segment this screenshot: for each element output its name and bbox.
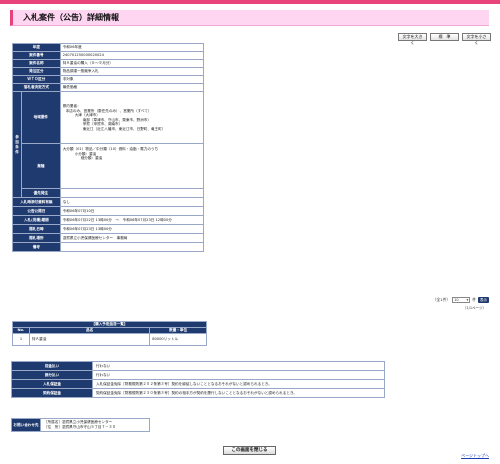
value-category: 大分類（01）物品／中分類（10）燃料・油脂・電力のうち 小分類：重油 細分類：… (59, 143, 205, 189)
label-contact: お問い合わせ先 (11, 418, 41, 432)
label-contract-deposit: 契約保証金 (11, 388, 93, 398)
display-button[interactable]: 表示 (478, 297, 489, 303)
label-attachments: 入札時添付資料有無 (12, 197, 61, 207)
label-wto: ＷＴＯ区分 (12, 75, 61, 84)
value-partial-payment: 行わない (92, 370, 385, 380)
value-attachments: なし (59, 197, 205, 207)
close-window-button[interactable]: この画面を閉じる (223, 446, 276, 455)
value-remarks (59, 242, 205, 252)
value-award-method: 最低価格 (59, 83, 205, 92)
value-publish-date: 令和06年07月10日 (59, 206, 205, 216)
page-top-link[interactable]: ページトップへ (461, 453, 489, 459)
contact-address: ［住 所］滋賀県守山市守山５丁目７－３０ (44, 425, 116, 429)
item-name: 特Ａ重油 (28, 333, 151, 346)
value-case-number: 240701250000020024 (59, 51, 205, 60)
value-contact: ［所属名］滋賀県立小児保健医療センター ［住 所］滋賀県守山市守山５丁目７－３０ (40, 418, 150, 432)
value-bid-deposit: 入札保証金免除［財務規則第２０２条第３号］契約を締結しないこととなるおそれがない… (92, 379, 385, 389)
value-priority-order (59, 188, 205, 198)
pagination-controls: （全1件） 10 件 表示 (433, 297, 489, 303)
label-category: 業種 (20, 143, 61, 189)
label-priority-order: 優先発注 (20, 188, 61, 198)
per-page-value: 10 (454, 298, 459, 302)
label-opening-datetime: 開札日時 (12, 224, 61, 234)
item-no: 1 (12, 333, 30, 346)
value-advance-payment: 行わない (92, 361, 385, 371)
value-region: 県内業者： 本店のみ、営業所（委任先のみ）、営業所（すべて） 大津（大津市） 南… (59, 91, 205, 144)
label-bid-period: 入札(見積)期間 (12, 215, 61, 225)
value-opening-datetime: 令和06年07月23日 13時00分 (59, 224, 205, 234)
font-larger-button[interactable]: 文字を大きく (398, 33, 427, 45)
value-wto: 非対象 (59, 75, 205, 84)
category-line: 細分類：重油 (80, 156, 103, 160)
label-advance-payment: 前金払い (11, 361, 93, 371)
table-row: 1 特Ａ重油 80000リットル (12, 333, 207, 346)
item-quantity: 80000リットル (149, 333, 207, 346)
page-indicator: （1/1ページ） (462, 306, 486, 310)
label-partial-payment: 部分払い (11, 370, 93, 380)
payment-terms-table: 前金払い 行わない 部分払い 行わない 入札保証金 入札保証金免除［財務規則第２０２条… (11, 361, 385, 398)
label-opening-place: 開札場所 (12, 233, 61, 243)
label-participation-group: 参加条件 (12, 91, 22, 198)
label-fiscal-year: 年度 (12, 43, 61, 52)
detail-table: 年度 令和06年度 案件番号 240701250000020024 案件名称 特Ａ重油… (12, 43, 205, 252)
value-fiscal-year: 令和06年度 (59, 43, 205, 52)
font-smaller-button[interactable]: 文字を小さく (462, 33, 491, 45)
label-publish-date: 公告公開日 (12, 206, 61, 216)
region-line: 東近江（近江八幡市、東近江市、日野町、竜王町） (82, 126, 166, 131)
page-title-bar: 入札案件（公告）詳細情報 (10, 10, 489, 26)
label-order-type: 発注区分 (12, 67, 61, 76)
label-region: 地域要件 (20, 91, 61, 144)
value-case-name: 特Ａ重油の購入（６～９月分） (59, 59, 205, 68)
value-order-type: 物品調達一般競争入札 (59, 67, 205, 76)
per-page-unit: 件 (472, 297, 476, 302)
label-bid-deposit: 入札保証金 (11, 379, 93, 389)
page-title: 入札案件（公告）詳細情報 (23, 13, 119, 22)
label-award-method: 落札者決定方式 (12, 83, 61, 92)
contact-table: お問い合わせ先 ［所属名］滋賀県立小児保健医療センター ［住 所］滋賀県守山市守… (11, 418, 150, 432)
purchase-items-table: 【購入予定品目一覧】 No. 品名 数量・単位 1 特Ａ重油 80000リットル (12, 321, 207, 346)
label-case-number: 案件番号 (12, 51, 61, 60)
label-remarks: 備考 (12, 242, 61, 252)
total-count: （全1件） (432, 297, 451, 302)
value-bid-period: 令和06年07月22日 13時00分 ～ 令和06年07月23日 12時00分 (59, 215, 205, 225)
value-contract-deposit: 契約保証金免除［財務規則第２３０条第３号］契約の相手方が契約を履行しないこととな… (92, 388, 385, 398)
top-accent-bar (0, 0, 500, 4)
per-page-select[interactable]: 10 (452, 297, 471, 303)
font-size-controls: 文字を大きく 標 準 文字を小さく (398, 33, 491, 45)
label-case-name: 案件名称 (12, 59, 61, 68)
value-opening-place: 滋賀県立小児保健医療センター 事務局 (59, 233, 205, 243)
font-standard-button[interactable]: 標 準 (430, 33, 459, 41)
